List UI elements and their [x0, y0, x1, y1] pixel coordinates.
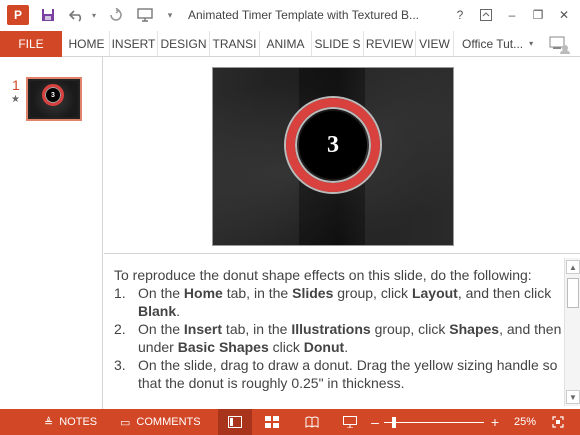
step-text: On the slide, drag to draw a donut. Drag…	[138, 357, 558, 391]
slide-canvas[interactable]: 3	[212, 67, 454, 246]
powerpoint-logo-icon: P	[7, 5, 29, 25]
tab-view[interactable]: VIEW	[416, 31, 454, 56]
tab-home[interactable]: HOME	[64, 31, 110, 56]
scroll-up-icon[interactable]: ▲	[566, 260, 580, 274]
status-bar: ≜ NOTES ▭ COMMENTS – + 25%	[0, 409, 580, 435]
zoom-out-button[interactable]: –	[368, 409, 382, 435]
save-button[interactable]	[38, 5, 58, 25]
zoom-level[interactable]: 25%	[512, 409, 538, 435]
comments-label: COMMENTS	[136, 416, 201, 428]
tab-transitions[interactable]: TRANSI	[210, 31, 260, 56]
slide-show-icon	[343, 416, 357, 428]
fit-to-window-icon	[552, 416, 564, 428]
account-menu[interactable]: Office Tut... ▾	[462, 31, 533, 56]
zoom-slider-handle[interactable]	[392, 416, 396, 428]
customize-toolbar-icon[interactable]: ▾	[162, 5, 178, 25]
user-avatar[interactable]	[548, 33, 572, 55]
slide-show-button[interactable]	[338, 409, 362, 435]
timer-number[interactable]: 3	[299, 111, 367, 179]
tab-file[interactable]: FILE	[0, 31, 62, 57]
help-button[interactable]: ?	[449, 4, 471, 26]
redo-button[interactable]	[106, 5, 126, 25]
close-button[interactable]: ✕	[553, 4, 575, 26]
animation-star-icon: ★	[11, 94, 20, 105]
slide-thumbnail-pane: 1 ★ 3	[0, 57, 103, 409]
notes-intro: To reproduce the donut shape effects on …	[114, 267, 532, 283]
minimize-button[interactable]: –	[501, 4, 523, 26]
start-from-beginning-button[interactable]	[134, 5, 156, 25]
notes-button[interactable]: ≜ NOTES	[44, 409, 97, 435]
ribbon-display-options-button[interactable]	[475, 4, 497, 26]
tab-insert[interactable]: INSERT	[110, 31, 158, 56]
slide-sorter-button[interactable]	[258, 409, 286, 435]
fit-slide-button[interactable]	[548, 409, 568, 435]
zoom-slider-track	[384, 416, 484, 428]
notes-step: 2. On the Insert tab, in the Illustration…	[114, 320, 562, 356]
undo-icon	[69, 10, 82, 22]
reading-view-icon	[305, 416, 319, 428]
step-text: On the Insert tab, in the Illustrations …	[138, 321, 562, 355]
notes-icon: ≜	[44, 416, 54, 429]
chevron-down-icon: ▾	[529, 39, 534, 48]
title-bar: P ▾ ▾ Animated Timer Template with Textu…	[0, 0, 580, 31]
slide-thumbnail[interactable]: 3	[26, 77, 82, 121]
ribbon-tabs: FILE HOME INSERT DESIGN TRANSI ANIMA SLI…	[0, 31, 580, 57]
step-text: On the Home tab, in the Slides group, cl…	[138, 285, 552, 319]
scrollbar-thumb[interactable]	[567, 278, 579, 308]
slide-sorter-icon	[265, 416, 279, 428]
account-name: Office Tut...	[462, 36, 524, 51]
notes-step: 1. On the Home tab, in the Slides group, …	[114, 284, 562, 320]
undo-dropdown-icon[interactable]: ▾	[88, 5, 100, 25]
slide-number: 1	[12, 77, 20, 93]
user-account-icon	[549, 36, 570, 54]
save-icon	[42, 9, 54, 21]
step-number: 2.	[114, 321, 126, 337]
tab-slide-show[interactable]: SLIDE S	[312, 31, 364, 56]
tab-review[interactable]: REVIEW	[364, 31, 416, 56]
notes-pane[interactable]: To reproduce the donut shape effects on …	[104, 253, 580, 409]
normal-view-icon	[228, 416, 242, 428]
notes-label: NOTES	[59, 416, 98, 428]
ribbon-options-icon	[480, 9, 492, 21]
redo-icon	[110, 8, 122, 21]
step-number: 3.	[114, 357, 126, 373]
window-title: Animated Timer Template with Textured B.…	[188, 8, 419, 22]
thumbnail-number: 3	[51, 91, 55, 99]
tab-design[interactable]: DESIGN	[158, 31, 210, 56]
scroll-down-icon[interactable]: ▼	[566, 390, 580, 404]
notes-text[interactable]: To reproduce the donut shape effects on …	[114, 266, 562, 392]
normal-view-button[interactable]	[218, 409, 252, 435]
tab-animations[interactable]: ANIMA	[260, 31, 312, 56]
zoom-in-button[interactable]: +	[488, 409, 502, 435]
slide-editing-area: 3	[104, 57, 580, 253]
notes-scrollbar[interactable]: ▲ ▼	[564, 258, 580, 406]
reading-view-button[interactable]	[298, 409, 326, 435]
notes-step: 3. On the slide, drag to draw a donut. Dr…	[114, 356, 562, 392]
restore-button[interactable]: ❐	[527, 4, 549, 26]
zoom-slider[interactable]	[384, 409, 484, 435]
slideshow-icon	[137, 8, 153, 22]
undo-button[interactable]	[66, 5, 88, 25]
notes-steps-list: 1. On the Home tab, in the Slides group, …	[114, 284, 562, 392]
comment-icon: ▭	[120, 416, 131, 429]
step-number: 1.	[114, 285, 126, 301]
comments-button[interactable]: ▭ COMMENTS	[120, 409, 201, 435]
powerpoint-logo: P	[6, 5, 30, 25]
